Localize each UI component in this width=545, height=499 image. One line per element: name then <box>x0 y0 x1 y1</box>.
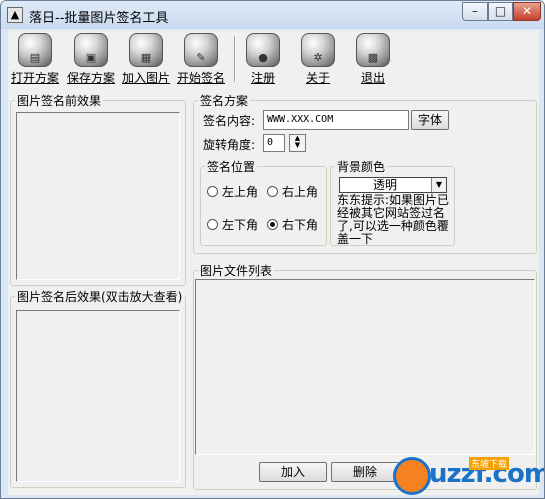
rotation-spinner[interactable]: ▲ ▼ <box>289 134 306 152</box>
save-plan-label: 保存方案 <box>66 71 115 85</box>
register-label: 注册 <box>250 71 275 85</box>
gear-about-icon: ✲ <box>301 33 335 67</box>
site-watermark: uzzf.com 东坡下载 <box>393 457 544 497</box>
open-plan-icon: ▤ <box>18 33 52 67</box>
content-label: 签名内容: <box>203 114 256 128</box>
file-list-title: 图片文件列表 <box>200 264 273 278</box>
radio-top-left[interactable]: 左上角 <box>207 183 258 200</box>
font-button[interactable]: 字体 <box>411 110 449 130</box>
app-icon: ▲ <box>7 7 23 23</box>
add-image-label: 加入图片 <box>121 71 170 85</box>
app-window: ▲ 落日--批量图片签名工具 – □ ✕ ▤ 打开方案 ▣ 保存方案 ▦ 加入图… <box>0 0 545 499</box>
exit-label: 退出 <box>360 71 385 85</box>
save-plan-icon: ▣ <box>74 33 108 67</box>
after-preview-image[interactable] <box>16 310 180 482</box>
start-sign-icon: ✎ <box>184 33 218 67</box>
watermark-logo-icon <box>393 457 431 495</box>
before-preview-title: 图片签名前效果 <box>17 94 102 108</box>
close-button[interactable]: ✕ <box>513 2 541 21</box>
start-sign-label: 开始签名 <box>176 71 225 85</box>
rotation-label: 旋转角度: <box>203 138 256 152</box>
background-color-select[interactable]: 透明 ▼ <box>339 177 447 193</box>
after-preview-title: 图片签名后效果(双击放大查看) <box>17 290 183 304</box>
spin-down-icon[interactable]: ▼ <box>290 142 305 149</box>
save-plan-button[interactable]: ▣ 保存方案 <box>66 33 116 85</box>
apple-register-icon: ● <box>246 33 280 67</box>
add-image-icon: ▦ <box>129 33 163 67</box>
add-image-button[interactable]: ▦ 加入图片 <box>121 33 171 85</box>
minimize-button[interactable]: – <box>462 2 488 21</box>
radio-top-left-dot[interactable] <box>207 186 218 197</box>
content-input[interactable]: WWW.XXX.COM <box>263 110 409 130</box>
background-hint: 东东提示:如果图片已经被其它网站签过名了,可以选一种颜色覆盖一下 <box>337 193 450 246</box>
start-sign-button[interactable]: ✎ 开始签名 <box>176 33 226 85</box>
title-bar: ▲ 落日--批量图片签名工具 – □ ✕ <box>1 1 544 29</box>
radio-bottom-left[interactable]: 左下角 <box>207 216 258 233</box>
radio-bottom-left-dot[interactable] <box>207 219 218 230</box>
position-title: 签名位置 <box>207 160 256 174</box>
exit-icon: ▩ <box>356 33 390 67</box>
toolbar-separator <box>234 36 236 82</box>
register-button[interactable]: ● 注册 <box>243 33 283 85</box>
before-preview-image[interactable] <box>16 112 180 280</box>
background-color-value: 透明 <box>372 178 397 192</box>
about-button[interactable]: ✲ 关于 <box>298 33 338 85</box>
client-area: ▤ 打开方案 ▣ 保存方案 ▦ 加入图片 ✎ 开始签名 ● 注册 ✲ 关于 ▩ … <box>8 30 544 495</box>
radio-top-right-dot[interactable] <box>267 186 278 197</box>
chevron-down-icon[interactable]: ▼ <box>431 178 446 192</box>
radio-bottom-right-dot[interactable] <box>267 219 278 230</box>
rotation-input[interactable]: 0 <box>263 134 285 152</box>
add-button[interactable]: 加入 <box>259 462 327 482</box>
maximize-button[interactable]: □ <box>488 2 513 21</box>
background-title: 背景颜色 <box>337 160 386 174</box>
radio-bottom-right[interactable]: 右下角 <box>267 216 318 233</box>
watermark-badge: 东坡下载 <box>469 457 510 470</box>
radio-top-right[interactable]: 右上角 <box>267 183 318 200</box>
window-title: 落日--批量图片签名工具 <box>29 11 169 26</box>
toolbar: ▤ 打开方案 ▣ 保存方案 ▦ 加入图片 ✎ 开始签名 ● 注册 ✲ 关于 ▩ … <box>8 30 539 88</box>
scheme-title: 签名方案 <box>200 94 249 108</box>
file-list[interactable] <box>195 279 535 455</box>
open-plan-label: 打开方案 <box>10 71 59 85</box>
about-label: 关于 <box>305 71 330 85</box>
delete-button[interactable]: 删除 <box>331 462 399 482</box>
open-plan-button[interactable]: ▤ 打开方案 <box>10 33 60 85</box>
exit-button[interactable]: ▩ 退出 <box>353 33 393 85</box>
